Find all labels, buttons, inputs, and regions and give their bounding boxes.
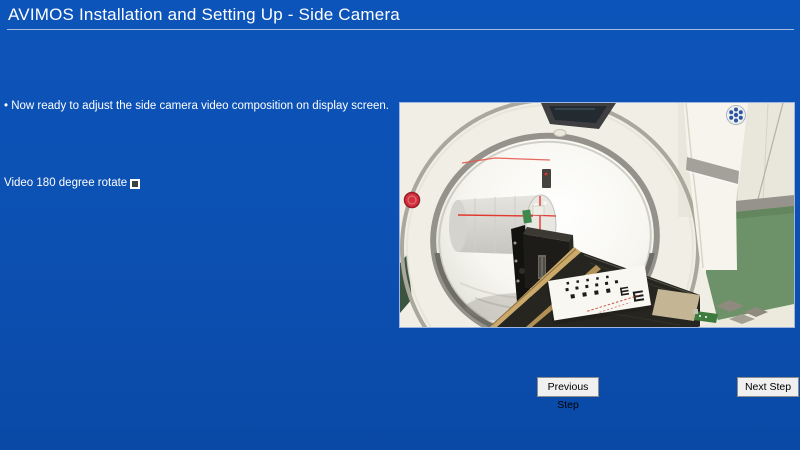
rotate-checkbox[interactable] bbox=[130, 179, 140, 189]
manufacturer-emblem bbox=[727, 106, 746, 125]
title-underline bbox=[7, 29, 794, 30]
scanner-photo bbox=[399, 102, 795, 328]
bore-marker-slot bbox=[542, 169, 551, 188]
slide-title: AVIMOS Installation and Setting Up - Sid… bbox=[8, 5, 400, 25]
bullet-text: • Now ready to adjust the side camera vi… bbox=[4, 100, 389, 112]
scanner-photo-illustration bbox=[400, 103, 794, 327]
phantom-white-label bbox=[533, 206, 544, 215]
slide: AVIMOS Installation and Setting Up - Sid… bbox=[0, 0, 800, 450]
emergency-stop-button bbox=[405, 193, 420, 208]
next-step-button[interactable]: Next Step bbox=[737, 377, 799, 397]
previous-step-button[interactable]: Previous Step bbox=[537, 377, 599, 397]
phantom-laser-horizontal bbox=[458, 215, 533, 216]
rotate-label: Video 180 degree rotate bbox=[4, 177, 127, 189]
